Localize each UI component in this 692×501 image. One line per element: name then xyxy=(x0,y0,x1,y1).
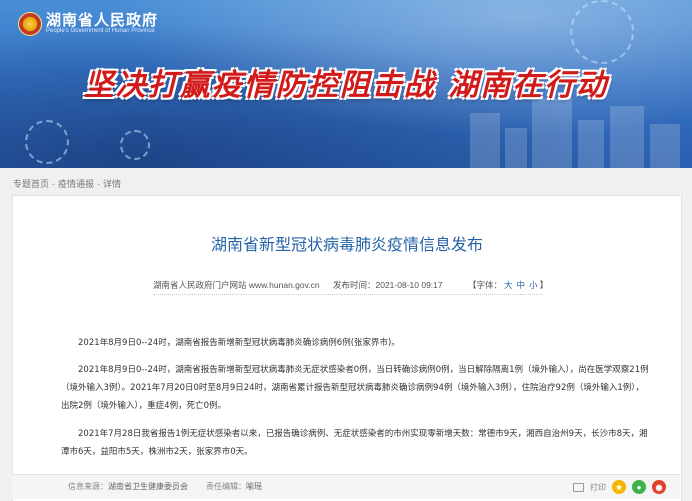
article-source-info: 信息来源：湖南省卫生健康委员会 责任编辑：喻瑶 xyxy=(68,481,280,492)
skyline-decoration xyxy=(532,98,572,168)
share-toolbar: 打印 ★ ● ◉ xyxy=(573,478,666,496)
publish-time: 发布时间：2021-08-10 09:17 xyxy=(333,280,443,290)
qzone-share-icon[interactable]: ★ xyxy=(612,480,626,494)
breadcrumb: 专题首页 - 疫情通报 - 详情 xyxy=(13,177,121,190)
article-paragraph: 2021年8月9日0--24时，湖南省报告新增新型冠状病毒肺炎确诊病例6例(张家… xyxy=(78,338,400,348)
emblem-logo-icon[interactable] xyxy=(18,12,42,36)
virus-decoration-icon xyxy=(25,120,69,164)
virus-decoration-icon xyxy=(120,130,150,160)
site-name[interactable]: 湖南省人民政府 xyxy=(46,9,158,30)
wechat-share-icon[interactable]: ● xyxy=(632,480,646,494)
font-medium-button[interactable]: 中 xyxy=(517,280,526,290)
font-label-prefix: 【字体： xyxy=(468,280,503,290)
skyline-decoration xyxy=(650,124,680,168)
font-small-button[interactable]: 小 xyxy=(529,280,538,290)
print-button[interactable]: 打印 xyxy=(590,482,606,493)
skyline-decoration xyxy=(505,128,527,168)
article-meta: 湖南省人民政府门户网站 www.hunan.gov.cn 发布时间：2021-0… xyxy=(153,279,548,291)
breadcrumb-separator: - xyxy=(97,179,101,189)
article-paragraph: 2021年8月9日0--24时，湖南省报告新增新型冠状病毒肺炎无症状感染者0例，… xyxy=(61,365,649,411)
font-large-button[interactable]: 大 xyxy=(504,280,513,290)
header-banner: 湖南省人民政府 People's Government of Hunan Pro… xyxy=(0,0,692,168)
article-footer: 信息来源：湖南省卫生健康委员会 责任编辑：喻瑶 打印 ★ ● ◉ xyxy=(12,474,680,499)
breadcrumb-home-link[interactable]: 专题首页 xyxy=(13,177,49,190)
font-size-control: 【字体：大中小】 xyxy=(468,279,548,291)
source-value: 湖南省卫生健康委员会 xyxy=(108,482,188,491)
article-source-site: 湖南省人民政府门户网站 www.hunan.gov.cn xyxy=(153,280,320,290)
skyline-decoration xyxy=(470,113,500,168)
breadcrumb-current: 详情 xyxy=(103,179,122,189)
article-title: 湖南省新型冠状病毒肺炎疫情信息发布 xyxy=(210,235,483,254)
breadcrumb-bulletin-link[interactable]: 疫情通报 xyxy=(58,177,94,190)
editor-value: 喻瑶 xyxy=(246,482,262,491)
weibo-share-icon[interactable]: ◉ xyxy=(652,480,666,494)
article-card: 湖南省新型冠状病毒肺炎疫情信息发布 湖南省人民政府门户网站 www.hunan.… xyxy=(12,195,682,501)
font-label-suffix: 】 xyxy=(539,280,549,290)
virus-decoration-icon xyxy=(570,0,634,64)
meta-divider xyxy=(153,294,543,295)
site-name-english: People's Government of Hunan Province xyxy=(46,28,155,34)
source-label: 信息来源： xyxy=(68,482,108,491)
skyline-decoration xyxy=(578,120,604,168)
breadcrumb-separator: - xyxy=(52,179,56,189)
article-paragraph: 2021年7月28日我省报告1例无症状感染者以来，已报告确诊病例、无症状感染者的… xyxy=(61,429,648,457)
skyline-decoration xyxy=(610,106,644,168)
print-icon[interactable] xyxy=(573,482,584,492)
editor-label: 责任编辑： xyxy=(206,482,246,491)
banner-slogan: 坚决打赢疫情防控阻击战 湖南在行动 xyxy=(83,68,609,103)
